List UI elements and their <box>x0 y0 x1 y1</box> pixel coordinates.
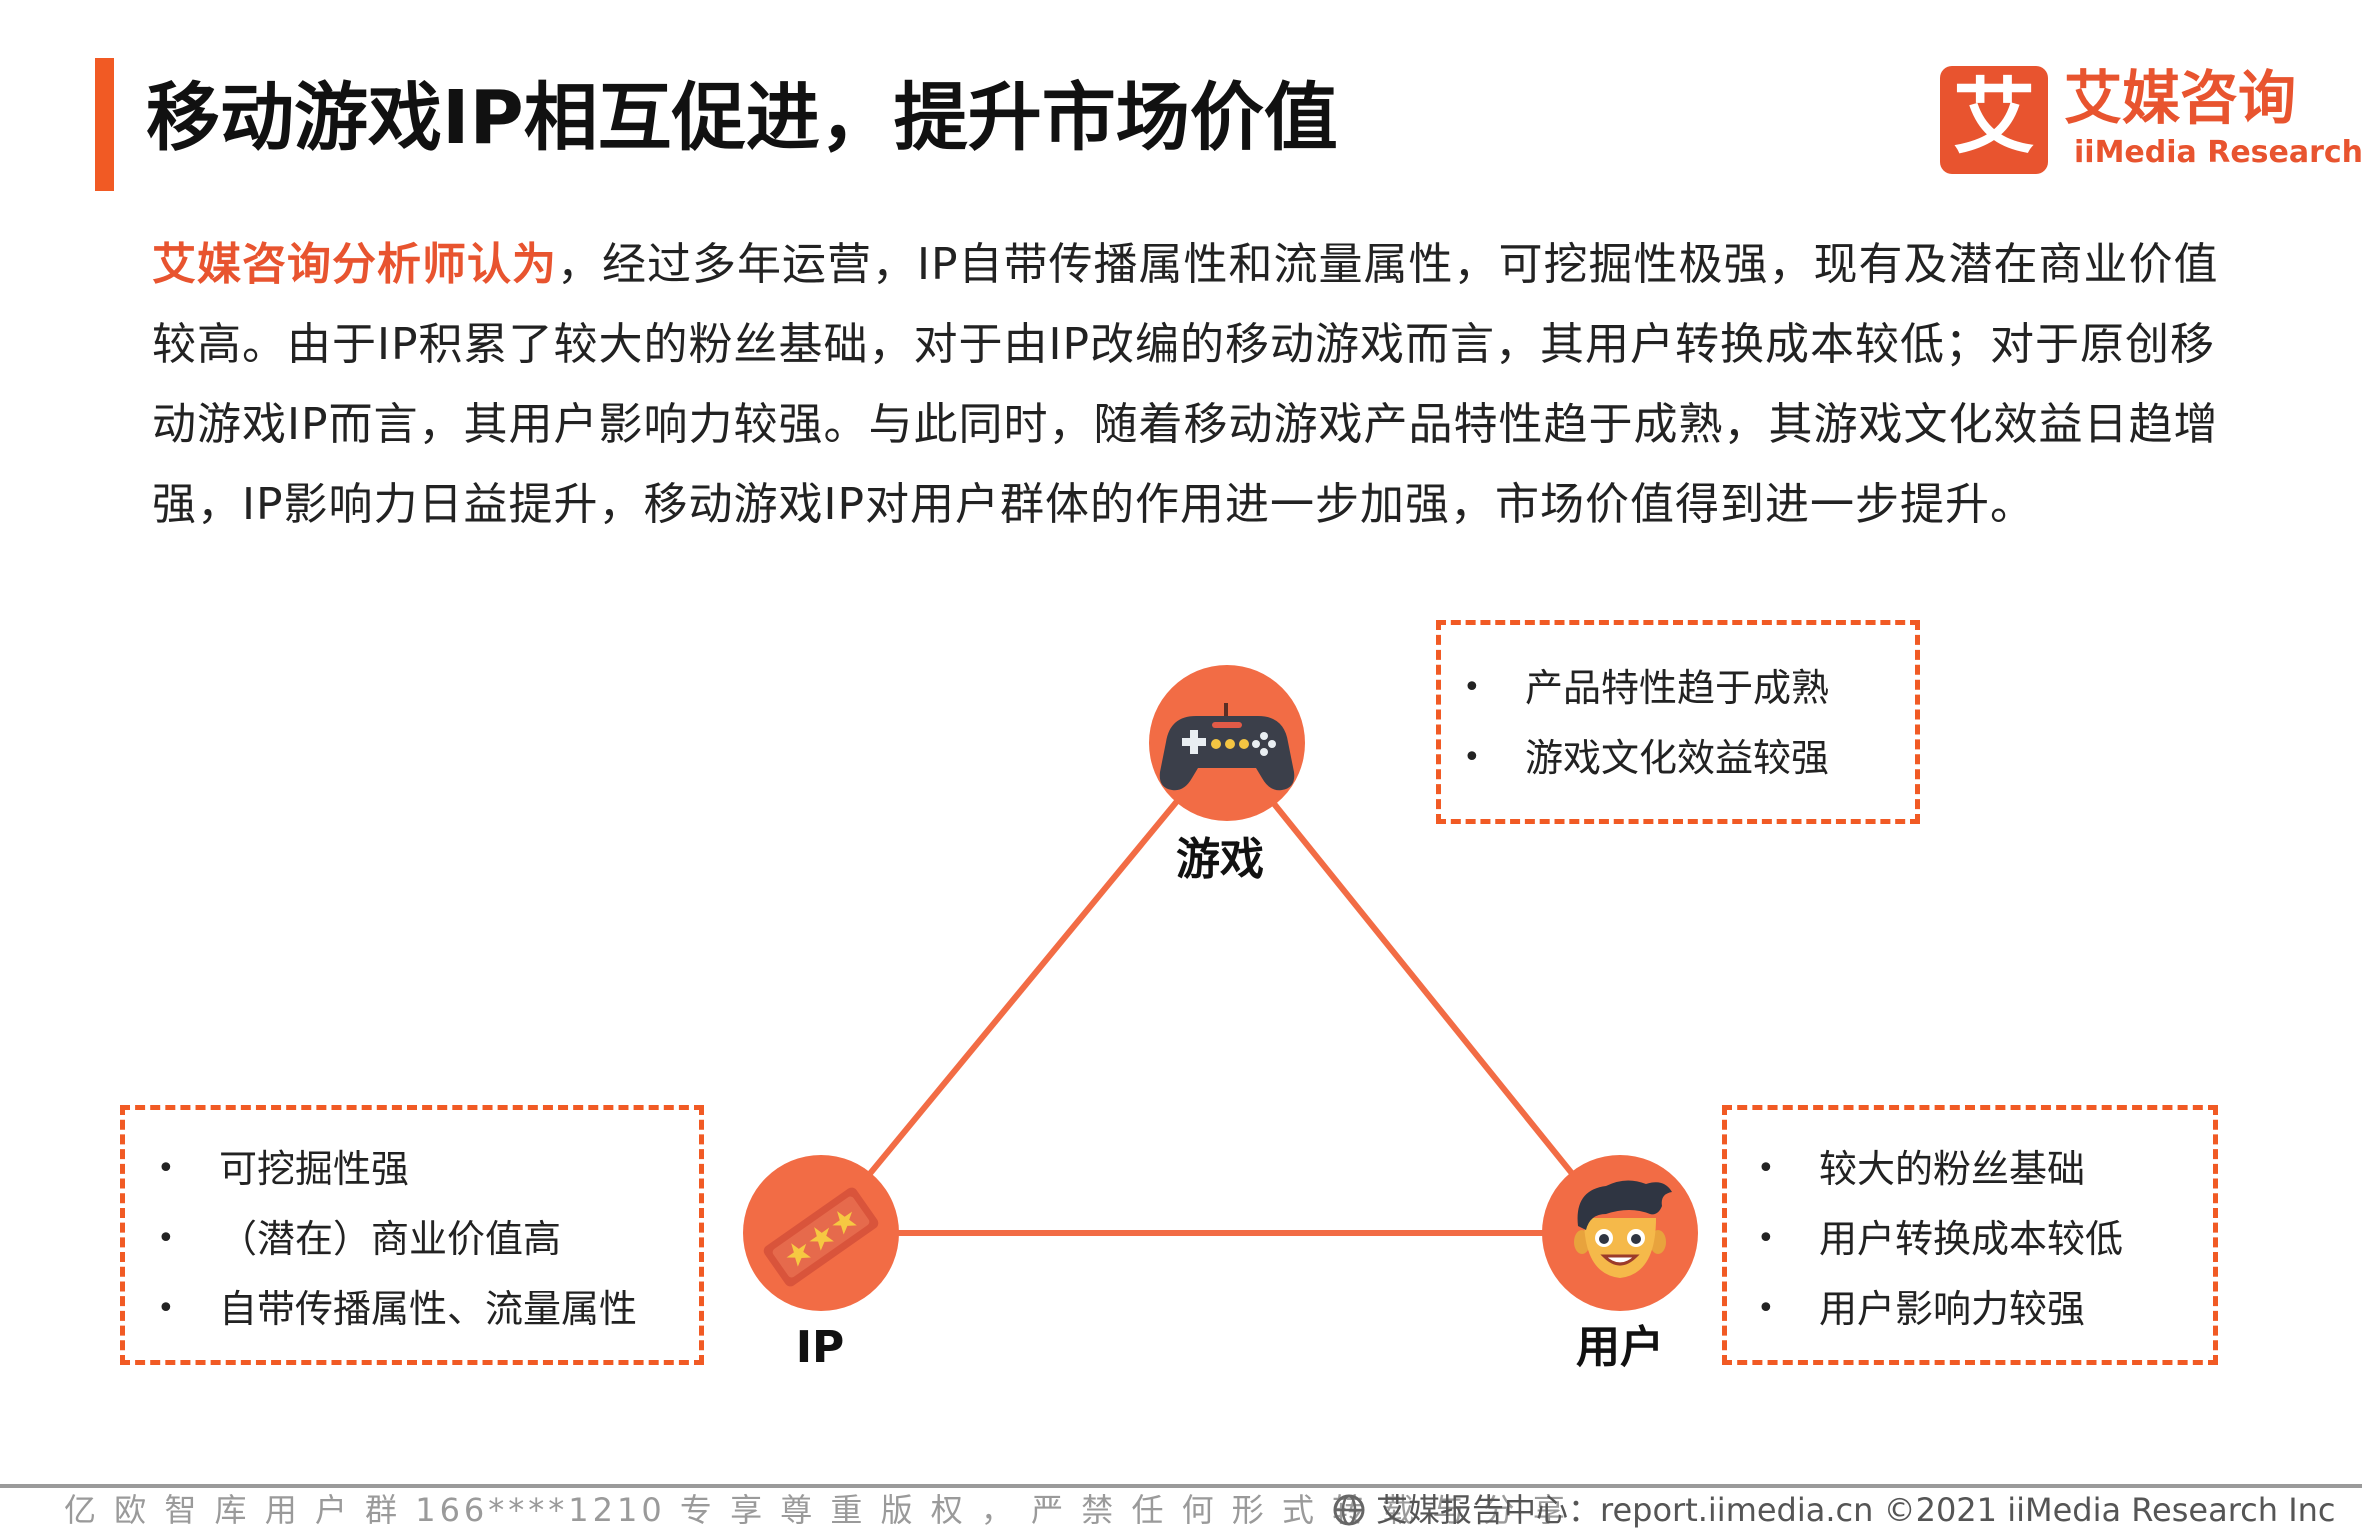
node-ip <box>743 1155 899 1311</box>
footer-source: 艾媒报告中心：report.iimedia.cn ©2021 iiMedia R… <box>1332 1488 2336 1532</box>
list-item: • 用户转换成本较低 <box>1757 1217 2124 1261</box>
list-item: • 自带传播属性、流量属性 <box>157 1287 638 1331</box>
list-item: • 可挖掘性强 <box>157 1147 410 1191</box>
node-label-ip: IP <box>795 1322 845 1373</box>
node-label-game: 游戏 <box>1176 834 1264 885</box>
globe-icon <box>1333 1494 1365 1526</box>
list-item: • 产品特性趋于成熟 <box>1463 666 1830 710</box>
box-user-features: • 较大的粉丝基础 • 用户转换成本较低 • 用户影响力较强 <box>1722 1105 2218 1365</box>
list-item: • 较大的粉丝基础 <box>1757 1147 2086 1191</box>
node-user <box>1542 1155 1698 1311</box>
box-ip-features: • 可挖掘性强 • （潜在）商业价值高 • 自带传播属性、流量属性 <box>120 1105 704 1365</box>
list-item: • 用户影响力较强 <box>1757 1287 2086 1331</box>
box-game-features: • 产品特性趋于成熟 • 游戏文化效益较强 <box>1436 620 1920 824</box>
edge-game-ip <box>818 741 1228 1235</box>
footer-source-text: 艾媒报告中心：report.iimedia.cn ©2021 iiMedia R… <box>1376 1491 2336 1529</box>
list-item: • 游戏文化效益较强 <box>1463 736 1830 780</box>
node-label-user: 用户 <box>1576 1322 1664 1373</box>
node-game <box>1149 665 1305 821</box>
list-item: • （潜在）商业价值高 <box>157 1217 562 1261</box>
